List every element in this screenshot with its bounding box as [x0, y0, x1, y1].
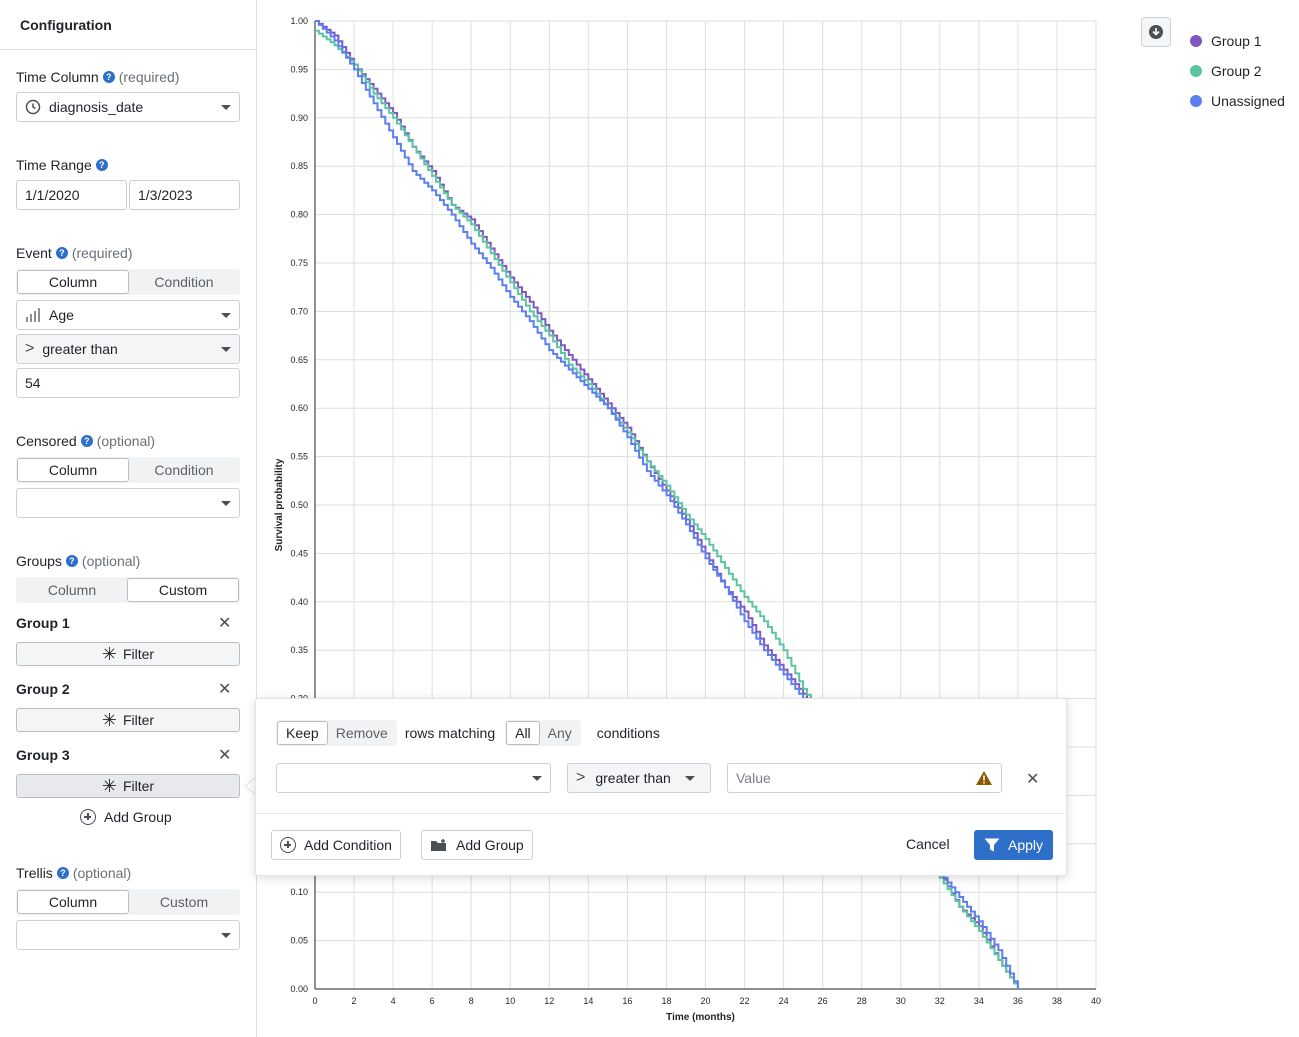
y-tick-label: 0.80: [290, 210, 308, 220]
legend-swatch: [1190, 95, 1202, 107]
x-tick-label: 28: [857, 996, 867, 1006]
y-tick-label: 0.40: [290, 597, 308, 607]
y-tick-label: 0.05: [290, 936, 308, 946]
add-condition-button[interactable]: Add Condition: [271, 830, 401, 860]
x-tick-label: 16: [622, 996, 632, 1006]
x-tick-label: 30: [896, 996, 906, 1006]
x-tick-label: 36: [1013, 996, 1023, 1006]
y-tick-label: 0.90: [290, 113, 308, 123]
any-option[interactable]: Any: [540, 721, 580, 745]
x-tick-label: 2: [352, 996, 357, 1006]
x-tick-label: 6: [430, 996, 435, 1006]
x-tick-label: 20: [700, 996, 710, 1006]
y-tick-label: 0.00: [290, 984, 308, 994]
legend-swatch: [1190, 65, 1202, 77]
remove-option[interactable]: Remove: [328, 721, 396, 745]
y-tick-label: 1.00: [290, 16, 308, 26]
legend-item-group-1[interactable]: Group 1: [1190, 26, 1285, 56]
survival-chart: 0 2 4 6 8 10 12 14 16 18 20 22 24 26 28 30 32 34 36 38 400.0…: [274, 16, 1101, 1023]
popover-divider: [256, 813, 1066, 814]
x-axis-label: Time (months): [666, 1012, 735, 1023]
filter-funnel-icon: [984, 838, 1000, 852]
filter-popover: Keep Remove rows matching All Any condit…: [255, 698, 1067, 876]
y-tick-label: 0.35: [290, 645, 308, 655]
condition-operator-select[interactable]: > greater than: [567, 763, 711, 793]
chevron-down-icon: [684, 775, 695, 781]
rows-matching-text: rows matching: [404, 725, 496, 741]
x-tick-label: 8: [469, 996, 474, 1006]
condition-column-select[interactable]: [276, 763, 551, 793]
y-tick-label: 0.85: [290, 161, 308, 171]
x-tick-label: 32: [935, 996, 945, 1006]
x-tick-label: 38: [1052, 996, 1062, 1006]
x-tick-label: 34: [974, 996, 984, 1006]
x-tick-label: 24: [779, 996, 789, 1006]
x-tick-label: 14: [583, 996, 593, 1006]
x-tick-label: 26: [818, 996, 828, 1006]
y-tick-label: 0.75: [290, 258, 308, 268]
y-tick-label: 0.10: [290, 887, 308, 897]
x-tick-label: 12: [544, 996, 554, 1006]
add-group-condition-button[interactable]: Add Group: [421, 830, 533, 860]
x-tick-label: 10: [505, 996, 515, 1006]
y-tick-label: 0.95: [290, 64, 308, 74]
x-tick-label: 4: [391, 996, 396, 1006]
chevron-down-icon: [532, 775, 542, 781]
keep-remove-toggle: Keep Remove: [276, 720, 397, 746]
y-axis-label: Survival probability: [274, 458, 285, 551]
all-option[interactable]: All: [506, 721, 540, 745]
y-tick-label: 0.65: [290, 355, 308, 365]
y-tick-label: 0.70: [290, 306, 308, 316]
greater-than-icon: >: [576, 769, 586, 786]
folder-plus-icon: [431, 839, 446, 851]
legend-item-group-2[interactable]: Group 2: [1190, 56, 1285, 86]
y-tick-label: 0.55: [290, 452, 308, 462]
cancel-button[interactable]: Cancel: [906, 836, 950, 852]
legend-swatch: [1190, 35, 1202, 47]
x-tick-label: 22: [740, 996, 750, 1006]
y-tick-label: 0.60: [290, 403, 308, 413]
y-tick-label: 0.50: [290, 500, 308, 510]
x-tick-label: 0: [312, 996, 317, 1006]
condition-value-input[interactable]: Value: [727, 763, 1002, 793]
all-any-toggle: All Any: [505, 720, 581, 746]
x-tick-label: 18: [661, 996, 671, 1006]
y-tick-label: 0.45: [290, 548, 308, 558]
conditions-text: conditions: [596, 725, 660, 741]
warning-icon: [976, 771, 992, 785]
download-button[interactable]: [1141, 17, 1171, 47]
x-tick-label: 40: [1091, 996, 1101, 1006]
keep-remove-row: Keep Remove rows matching All Any condit…: [276, 720, 660, 746]
plus-circle-icon: [280, 837, 296, 853]
apply-button[interactable]: Apply: [974, 830, 1054, 860]
remove-condition-icon[interactable]: ✕: [1026, 769, 1039, 789]
chart-legend: Group 1 Group 2 Unassigned: [1190, 26, 1285, 116]
download-icon: [1149, 25, 1163, 39]
keep-option[interactable]: Keep: [277, 721, 328, 745]
legend-item-unassigned[interactable]: Unassigned: [1190, 86, 1285, 116]
